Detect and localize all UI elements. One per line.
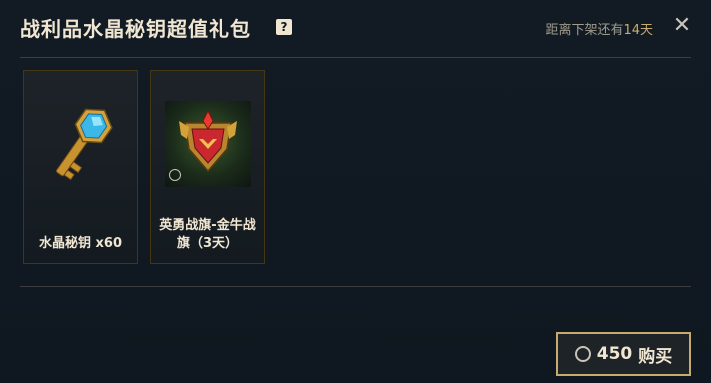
- divider-top: [20, 57, 691, 58]
- clock-icon: [169, 169, 181, 181]
- purchase-price: 450: [596, 344, 633, 364]
- close-icon[interactable]: ✕: [671, 15, 693, 37]
- coin-icon: [574, 346, 591, 362]
- bundle-items: 水晶秘钥 x60 英勇战旗-金牛战旗（3天）: [23, 70, 265, 264]
- countdown-prefix: 距离下架还有: [545, 23, 624, 38]
- help-icon[interactable]: ?: [276, 19, 292, 35]
- bundle-item-label: 水晶秘钥 x60: [38, 236, 122, 251]
- purchase-label: 购买: [638, 346, 673, 367]
- divider-bottom: [20, 286, 691, 287]
- bundle-item-card[interactable]: 水晶秘钥 x60: [23, 70, 138, 264]
- bundle-dialog: 战利品水晶秘钥超值礼包 ? 距离下架还有14天 ✕ 水晶秘钥 x60 英勇战旗-…: [0, 0, 711, 383]
- purchase-button[interactable]: 450 购买: [556, 332, 691, 376]
- crystal-key-icon: [38, 101, 124, 187]
- bundle-item-card[interactable]: 英勇战旗-金牛战旗（3天）: [150, 70, 265, 264]
- bundle-item-label: 英勇战旗-金牛战旗（3天）: [159, 218, 256, 251]
- countdown-text: 距离下架还有14天: [545, 19, 653, 38]
- dialog-title: 战利品水晶秘钥超值礼包: [20, 17, 251, 41]
- countdown-days: 14天: [623, 23, 653, 38]
